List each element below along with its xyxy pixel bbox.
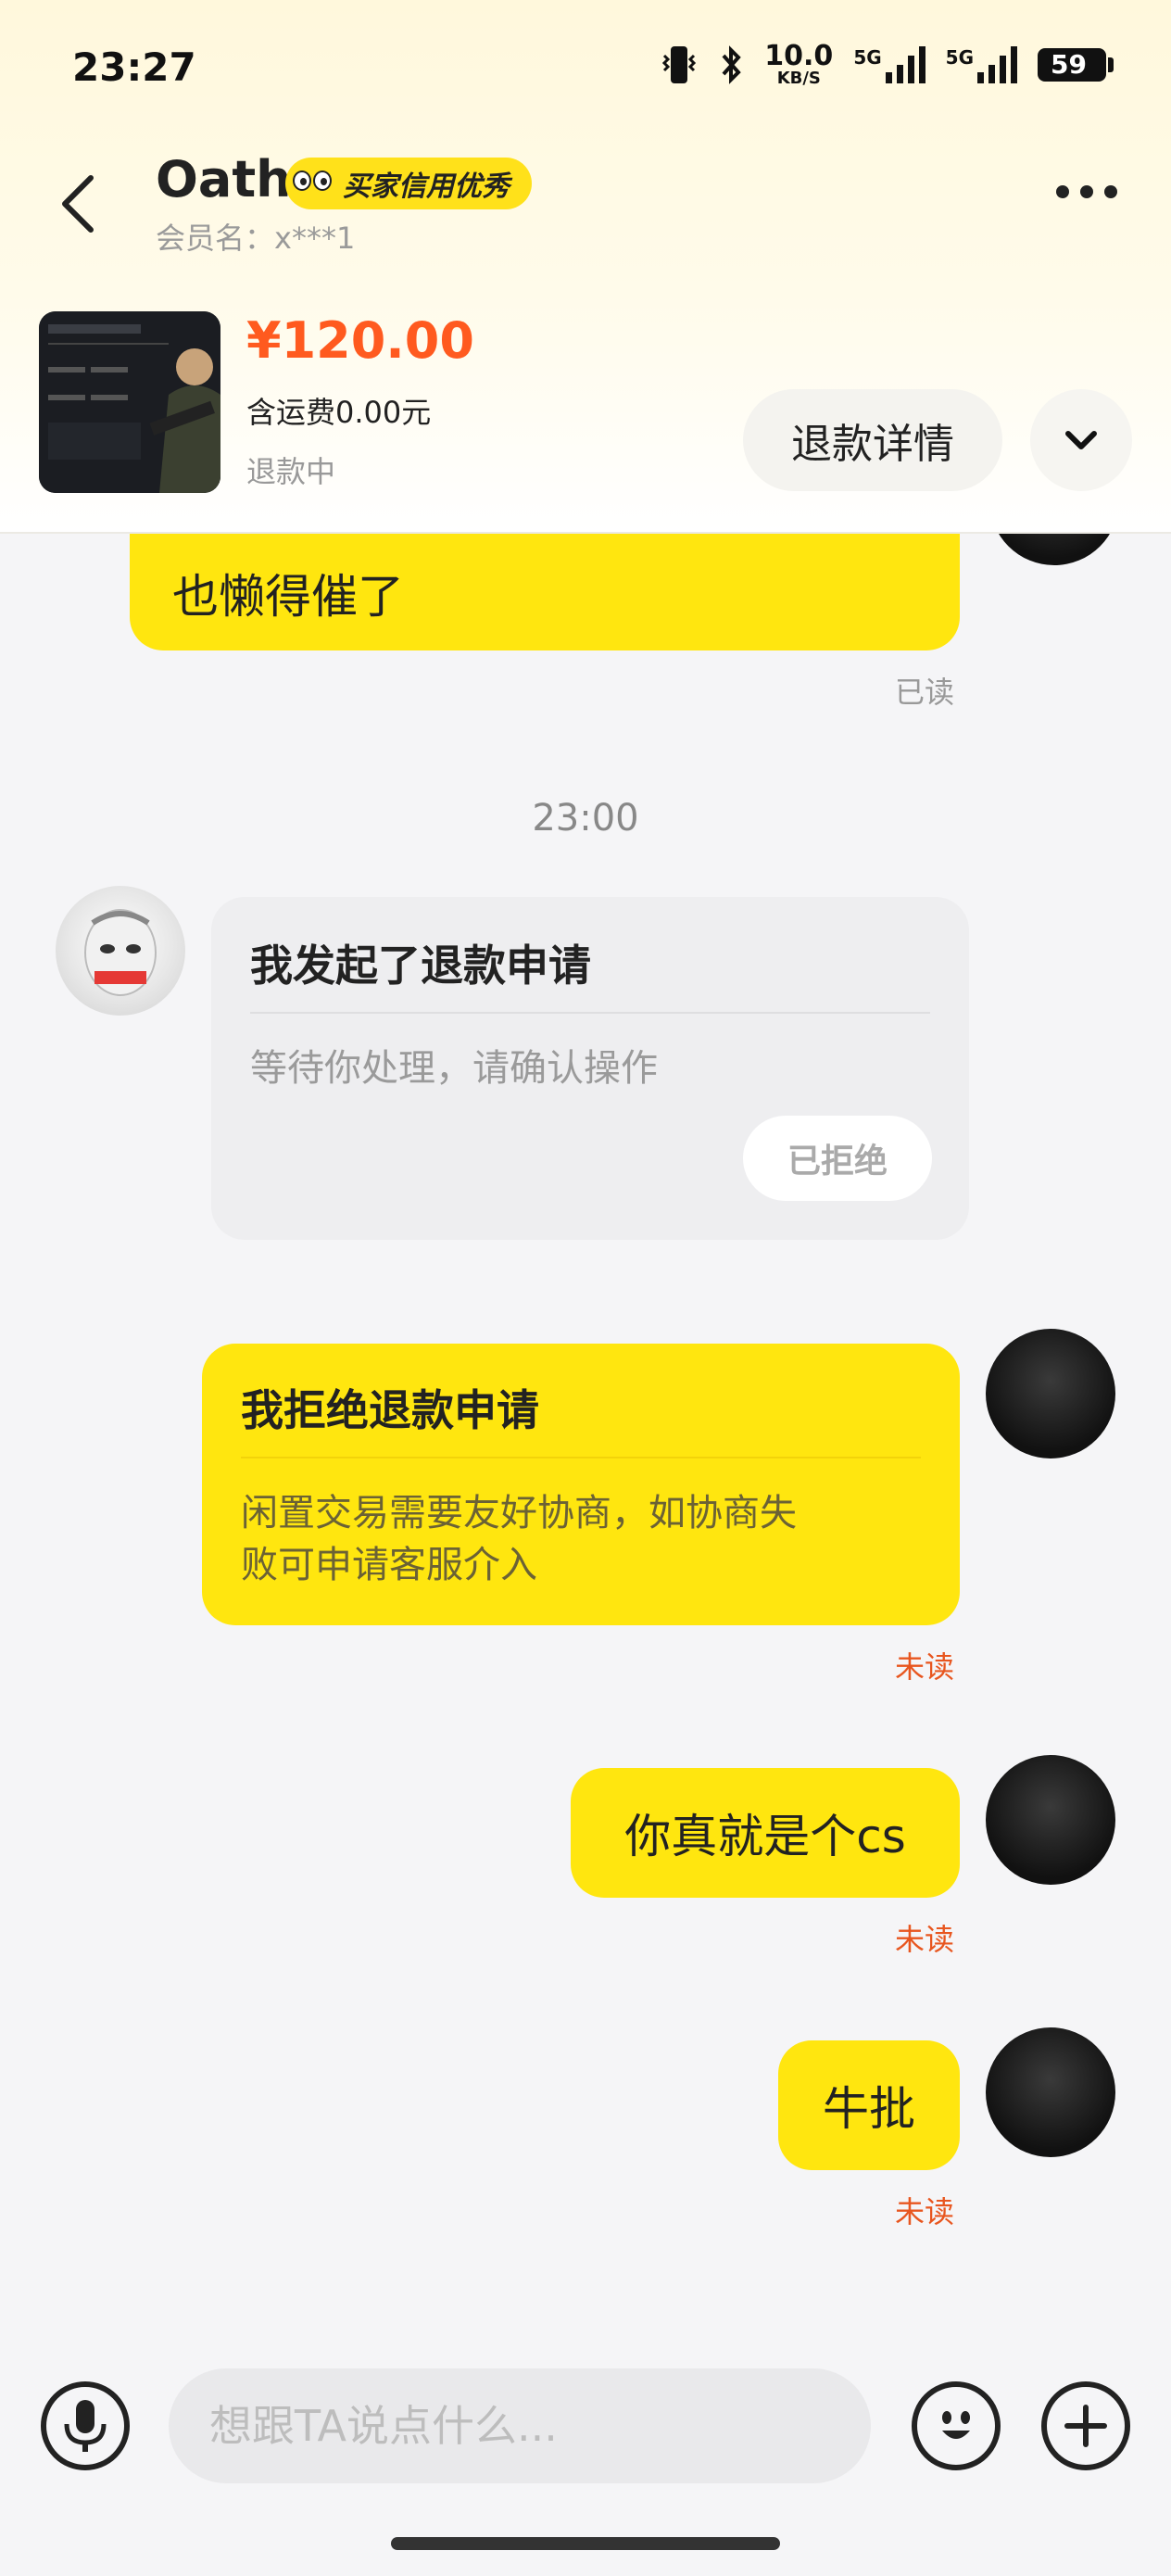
divider xyxy=(250,1012,930,1014)
unread-status: 未读 xyxy=(895,1649,955,1685)
product-price: ¥120.00 xyxy=(246,311,474,370)
chat-header: 23:27 10.0 KB/S 5G 5G 59 Oath 买家信用优秀 会员名… xyxy=(0,0,1171,534)
message-bubble[interactable]: 牛批 xyxy=(778,2040,960,2170)
card-subtitle: 等待你处理，请确认操作 xyxy=(250,1047,658,1090)
order-status: 退款中 xyxy=(246,454,336,489)
my-avatar[interactable] xyxy=(986,1755,1115,1885)
add-button[interactable] xyxy=(1041,2381,1130,2470)
voice-button[interactable] xyxy=(41,2381,130,2470)
vibrate-icon xyxy=(662,46,697,83)
message-text: 牛批 xyxy=(823,2082,915,2136)
badge-label: 买家信用优秀 xyxy=(343,170,510,203)
bluetooth-icon xyxy=(722,45,742,84)
card-title: 我拒绝退款申请 xyxy=(241,1385,539,1435)
my-avatar[interactable] xyxy=(986,1329,1115,1458)
message-text: 也懒得催了 xyxy=(172,570,404,624)
chevron-down-icon xyxy=(1065,431,1097,449)
unread-status: 未读 xyxy=(895,2194,955,2229)
signal-bars-icon xyxy=(977,46,1017,83)
product-thumbnail[interactable] xyxy=(39,311,220,493)
more-button[interactable] xyxy=(1056,185,1117,198)
expand-button[interactable] xyxy=(1030,389,1132,491)
microphone-icon xyxy=(64,2400,107,2452)
dot-icon xyxy=(1080,185,1093,198)
read-status: 已读 xyxy=(895,675,955,710)
message-bubble[interactable]: 你真就是个cs xyxy=(571,1768,960,1898)
shipping-info: 含运费0.00元 xyxy=(246,395,432,430)
unread-status: 未读 xyxy=(895,1922,955,1957)
dot-icon xyxy=(1104,185,1117,198)
status-icons: 10.0 KB/S 5G 5G 59 xyxy=(661,40,1114,88)
battery-icon: 59 xyxy=(1038,48,1114,82)
network-speed: 10.0 KB/S xyxy=(764,40,834,88)
message-text: 你真就是个cs xyxy=(624,1810,906,1863)
rejected-status-button: 已拒绝 xyxy=(743,1116,932,1201)
home-indicator[interactable] xyxy=(391,2537,780,2550)
status-time: 23:27 xyxy=(72,44,196,90)
signal-1: 5G xyxy=(853,46,925,83)
emoji-button[interactable] xyxy=(912,2381,1001,2470)
product-image xyxy=(39,311,220,493)
refund-detail-button[interactable]: 退款详情 xyxy=(743,389,1002,491)
plus-icon xyxy=(1064,2405,1107,2447)
avatar-face-icon xyxy=(84,909,157,996)
message-input[interactable] xyxy=(169,2368,871,2483)
contact-name[interactable]: Oath xyxy=(156,150,292,208)
reject-refund-card[interactable]: 我拒绝退款申请 闲置交易需要友好协商，如协商失 败可申请客服介入 xyxy=(202,1344,960,1625)
dot-icon xyxy=(1056,185,1069,198)
other-avatar[interactable] xyxy=(56,886,185,1016)
card-line-1: 闲置交易需要友好协商，如协商失 xyxy=(241,1492,797,1534)
signal-2: 5G xyxy=(946,46,1017,83)
chevron-left-icon xyxy=(62,175,94,233)
credit-badge: 买家信用优秀 xyxy=(285,158,532,209)
smile-icon xyxy=(942,2411,970,2439)
my-avatar[interactable] xyxy=(986,2027,1115,2157)
member-name: 会员名：x***1 xyxy=(156,221,356,256)
card-line-2: 败可申请客服介入 xyxy=(241,1544,537,1586)
card-title: 我发起了退款申请 xyxy=(250,941,591,991)
timestamp: 23:00 xyxy=(532,797,639,840)
signal-bars-icon xyxy=(885,46,925,83)
divider xyxy=(241,1457,921,1458)
back-button[interactable] xyxy=(52,167,107,241)
eyes-icon xyxy=(293,167,335,200)
